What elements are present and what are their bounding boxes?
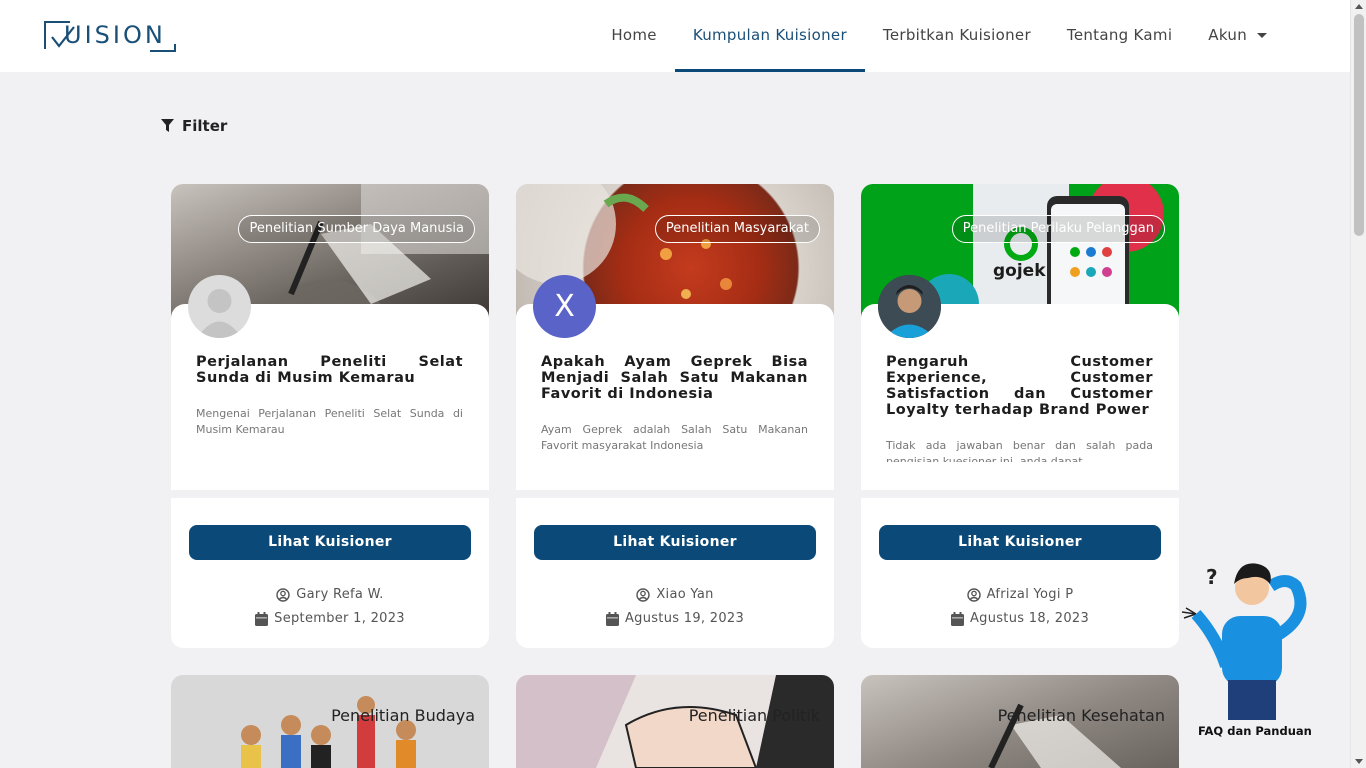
user-circle-icon <box>636 587 651 602</box>
user-circle-icon <box>966 587 981 602</box>
author-name: Xiao Yan <box>656 587 714 602</box>
card-author: Afrizal Yogi P <box>861 587 1179 602</box>
category-tag: Penelitian Perilaku Pelanggan <box>951 215 1165 243</box>
card-date: September 1, 2023 <box>171 611 489 626</box>
photo-avatar <box>878 275 941 338</box>
category-tag: Penelitian Kesehatan <box>997 706 1165 725</box>
filter-label: Filter <box>182 117 228 135</box>
caret-down-icon <box>1257 33 1267 38</box>
card-title: Perjalanan Peneliti Selat Sunda di Musim… <box>196 354 463 386</box>
faq-help-widget[interactable]: ? FAQ dan Panduan <box>1176 556 1316 746</box>
nav-akun-dropdown[interactable]: Akun <box>1190 0 1285 72</box>
card-title: Apakah Ayam Geprek Bisa Menjadi Salah Sa… <box>541 354 808 402</box>
card-description: Tidak ada jawaban benar dan salah pada p… <box>886 439 1153 462</box>
questionnaire-card: Penelitian Politik <box>516 675 834 768</box>
page-scrollbar[interactable] <box>1350 0 1366 768</box>
card-separator <box>171 490 489 498</box>
card-date: Agustus 19, 2023 <box>516 611 834 626</box>
author-name: Gary Refa W. <box>296 587 384 602</box>
card-separator <box>516 490 834 498</box>
questionnaire-card: Penelitian Kesehatan <box>861 675 1179 768</box>
logo-underline <box>150 44 176 52</box>
category-tag: Penelitian Budaya <box>331 706 475 725</box>
date-text: Agustus 19, 2023 <box>624 611 745 626</box>
scrollbar-thumb[interactable] <box>1354 14 1364 236</box>
scroll-up-arrow-icon[interactable] <box>1355 4 1363 9</box>
nav-akun-label: Akun <box>1208 26 1247 44</box>
gojek-cover-text: gojek <box>993 261 1046 281</box>
category-tag: Penelitian Sumber Daya Manusia <box>238 215 475 243</box>
calendar-icon <box>255 611 269 626</box>
nav-kumpulan-kuisioner[interactable]: Kumpulan Kuisioner <box>674 0 865 72</box>
questionnaire-card: Penelitian Budaya <box>171 675 489 768</box>
letter-avatar: X <box>533 275 596 338</box>
card-date: Agustus 18, 2023 <box>861 611 1179 626</box>
nav-tentang-kami[interactable]: Tentang Kami <box>1049 0 1190 72</box>
calendar-icon <box>950 611 964 626</box>
card-description: Ayam Geprek adalah Salah Satu Makanan Fa… <box>541 423 808 452</box>
card-title: Pengaruh Customer Experience, Customer S… <box>886 354 1153 418</box>
confused-person-icon: ? <box>1181 563 1307 720</box>
date-text: September 1, 2023 <box>274 611 405 626</box>
scroll-down-arrow-icon[interactable] <box>1355 759 1363 764</box>
brand-logo[interactable]: UISION <box>44 18 176 52</box>
filter-icon <box>161 119 174 132</box>
avatar-letter: X <box>554 289 575 324</box>
filter-button[interactable]: Filter <box>161 117 227 135</box>
lihat-kuisioner-button[interactable]: Lihat Kuisioner <box>189 525 471 560</box>
default-avatar-icon <box>188 275 251 338</box>
nav-home[interactable]: Home <box>593 0 675 72</box>
card-separator <box>861 490 1179 498</box>
date-text: Agustus 18, 2023 <box>969 611 1090 626</box>
logo-check-box <box>44 21 75 49</box>
user-circle-icon <box>276 587 290 602</box>
category-tag: Penelitian Politik <box>688 706 820 725</box>
lihat-kuisioner-button[interactable]: Lihat Kuisioner <box>534 525 816 560</box>
card-description: Mengenai Perjalanan Peneliti Selat Sunda… <box>196 407 463 436</box>
card-author: Xiao Yan <box>516 587 834 602</box>
author-name: Afrizal Yogi P <box>986 587 1074 602</box>
questionnaire-card: Penelitian Sumber Daya Manusia Perjalana… <box>171 184 489 648</box>
main-nav: Home Kumpulan Kuisioner Terbitkan Kuisio… <box>593 0 1285 72</box>
svg-text:?: ? <box>1206 565 1218 589</box>
questionnaire-card: gojek Penelitian Perilaku Pelanggan Peng… <box>861 184 1179 648</box>
calendar-icon <box>605 611 619 626</box>
top-navbar: UISION Home Kumpulan Kuisioner Terbitkan… <box>0 0 1350 72</box>
lihat-kuisioner-button[interactable]: Lihat Kuisioner <box>879 525 1161 560</box>
nav-terbitkan-kuisioner[interactable]: Terbitkan Kuisioner <box>865 0 1049 72</box>
category-tag: Penelitian Masyarakat <box>654 215 820 243</box>
faq-label: FAQ dan Panduan <box>1198 724 1312 738</box>
card-author: Gary Refa W. <box>171 587 489 602</box>
questionnaire-card: Penelitian Masyarakat X Apakah Ayam Gepr… <box>516 184 834 648</box>
